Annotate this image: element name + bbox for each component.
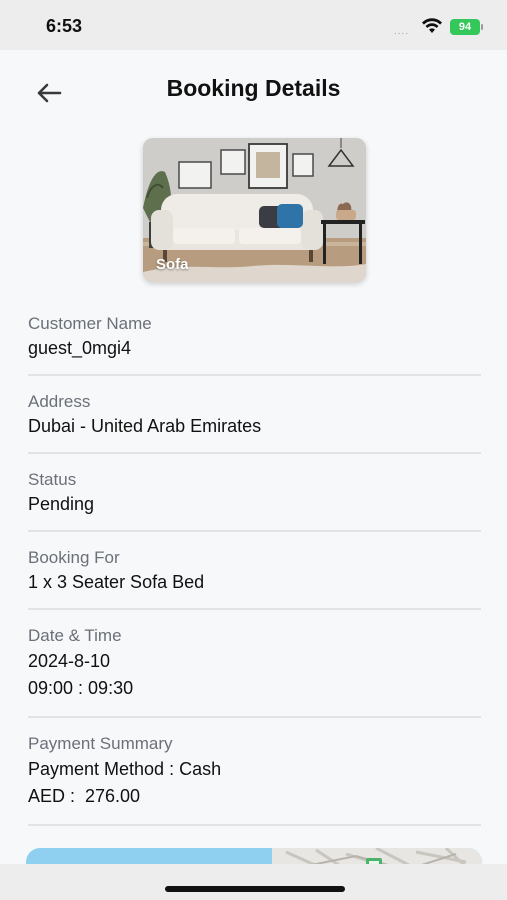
address-label: Address xyxy=(28,392,91,411)
status-row: Status Pending xyxy=(28,468,481,532)
payment-amount: AED : 276.00 xyxy=(28,786,141,806)
service-image-card: Sofa xyxy=(143,138,366,282)
booking-date: 2024-8-10 xyxy=(28,651,111,671)
booking-for-row: Booking For 1 x 3 Seater Sofa Bed xyxy=(28,546,481,610)
status-value: Pending xyxy=(28,494,95,514)
customer-name-label: Customer Name xyxy=(28,314,152,333)
header: Booking Details xyxy=(0,50,507,130)
home-indicator[interactable] xyxy=(165,886,345,892)
service-label: Sofa xyxy=(156,256,189,273)
payment-summary-row: Payment Summary Payment Method : Cash AE… xyxy=(28,732,481,826)
booking-time-slot: 09:00 : 09:30 xyxy=(28,678,134,698)
date-time-label: Date & Time xyxy=(28,626,122,645)
status-bar: 6:53 .... 94 xyxy=(0,0,507,50)
customer-name-row: Customer Name guest_0mgi4 xyxy=(28,312,481,376)
cellular-signal-icon: .... xyxy=(394,26,410,37)
booking-details-list: Customer Name guest_0mgi4 Address Dubai … xyxy=(28,312,481,840)
status-time: 6:53 xyxy=(46,16,83,36)
address-value: Dubai - United Arab Emirates xyxy=(28,416,262,436)
payment-method: Payment Method : Cash xyxy=(28,759,222,779)
payment-summary-label: Payment Summary xyxy=(28,734,173,753)
battery-icon: 94 xyxy=(450,19,483,35)
wifi-icon xyxy=(421,18,443,39)
booking-for-label: Booking For xyxy=(28,548,120,567)
booking-for-value: 1 x 3 Seater Sofa Bed xyxy=(28,572,205,592)
customer-name-value: guest_0mgi4 xyxy=(28,338,132,358)
home-bar xyxy=(0,864,507,900)
status-label: Status xyxy=(28,470,77,489)
page-title: Booking Details xyxy=(166,75,341,101)
address-row: Address Dubai - United Arab Emirates xyxy=(28,390,481,454)
date-time-row: Date & Time 2024-8-10 09:00 : 09:30 xyxy=(28,624,481,718)
